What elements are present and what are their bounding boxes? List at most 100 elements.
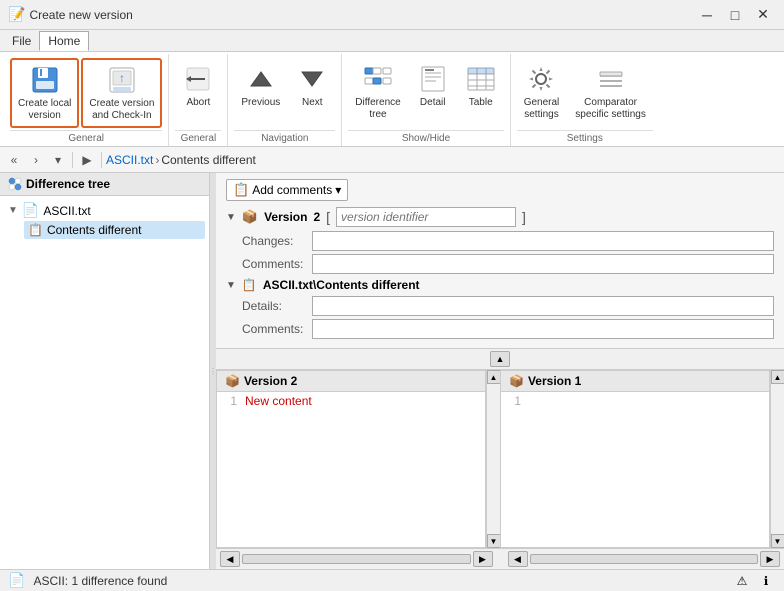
create-local-version-button[interactable]: Create localversion — [10, 58, 79, 128]
add-comments-button[interactable]: 📋 Add comments ▾ — [226, 179, 348, 201]
panel-header: Difference tree — [0, 173, 209, 196]
version-comments-label: Comments: — [242, 257, 312, 271]
app-icon: 📝 — [8, 6, 25, 23]
comparator-settings-label: Comparatorspecific settings — [575, 97, 646, 121]
changes-input[interactable] — [312, 231, 774, 251]
changes-row: Changes: — [242, 231, 774, 251]
version-icon: 📦 — [242, 209, 258, 225]
tree-header-icon — [8, 177, 22, 191]
checkin-icon: ↑ — [106, 64, 138, 96]
tree-expand-arrow: ▼ — [8, 205, 18, 216]
details-input[interactable] — [312, 296, 774, 316]
status-right: ⚠ ℹ — [732, 571, 776, 591]
breadcrumb-contents: Contents different — [161, 153, 256, 167]
create-version-checkin-button[interactable]: ↑ Create versionand Check-In — [81, 58, 162, 128]
minimize-button[interactable]: ─ — [694, 5, 720, 25]
nav-up-button[interactable]: ▶ — [77, 150, 97, 170]
ribbon-group-general2: Abort General — [169, 54, 228, 146]
ribbon-group-general1: Create localversion ↑ Create versionand … — [4, 54, 169, 146]
v1-scroll-up[interactable]: ▲ — [771, 370, 784, 384]
difftree-icon — [362, 63, 394, 95]
previous-button[interactable]: Previous — [234, 58, 287, 114]
v1-hscroll-right[interactable]: ▶ — [760, 551, 780, 567]
v2-header: 📦 Version 2 — [217, 371, 485, 392]
compare-scroll-bottom: ◀ ▶ ◀ ▶ — [216, 548, 784, 569]
tree-item-root[interactable]: ▼ 📄 ASCII.txt — [4, 200, 205, 221]
nav-separator2 — [101, 152, 102, 168]
v2-line-1: 1 New content — [221, 394, 481, 410]
next-button[interactable]: Next — [289, 58, 335, 114]
v2-hscroll-left[interactable]: ◀ — [220, 551, 240, 567]
diff-toggle[interactable]: ▼ — [226, 280, 236, 291]
comparator-settings-button[interactable]: Comparatorspecific settings — [568, 58, 653, 126]
version-toggle[interactable]: ▼ — [226, 212, 236, 223]
v2-scroll-up[interactable]: ▲ — [487, 370, 501, 384]
v1-scroll-down[interactable]: ▼ — [771, 534, 784, 548]
ribbon-group-showhide: Differencetree Detail — [342, 54, 510, 146]
v2-content[interactable]: 1 New content — [217, 392, 485, 547]
compareview-label: Settings — [517, 130, 653, 144]
chevron-down-icon: ▾ — [335, 183, 341, 197]
maximize-button[interactable]: □ — [722, 5, 748, 25]
nav-dropdown-button[interactable]: ▾ — [48, 150, 68, 170]
v2-hscroll-right[interactable]: ▶ — [473, 551, 493, 567]
details-label: Details: — [242, 299, 312, 313]
detail-label: Detail — [420, 97, 446, 109]
v2-linenum-1: 1 — [221, 394, 237, 410]
v2-label: Version 2 — [244, 374, 297, 388]
version-comments-input[interactable] — [312, 254, 774, 274]
scroll-up-button[interactable]: ▲ — [490, 351, 510, 367]
right-panel: 📋 Add comments ▾ ▼ 📦 Version 2 [ ] Chang… — [216, 173, 784, 569]
menu-file[interactable]: File — [4, 32, 39, 50]
tree-item-root-label: ASCII.txt — [43, 204, 90, 218]
v2-linecontent-1: New content — [245, 394, 481, 410]
abort-icon — [182, 63, 214, 95]
diff-section-header: ▼ 📋 ASCII.txt\Contents different — [226, 278, 774, 292]
breadcrumb-ascii[interactable]: ASCII.txt — [106, 153, 153, 167]
v1-line-1: 1 — [505, 394, 765, 410]
difftree-button[interactable]: Differencetree — [348, 58, 407, 126]
v1-content[interactable]: 1 — [501, 392, 769, 547]
v1-hscroll-left[interactable]: ◀ — [508, 551, 528, 567]
menu-home[interactable]: Home — [39, 31, 89, 51]
warning-button[interactable]: ⚠ — [732, 571, 752, 591]
diff-comments-label: Comments: — [242, 322, 312, 336]
status-bar: 📄 ASCII: 1 difference found ⚠ ℹ — [0, 569, 784, 591]
v2-vscroll: ▲ ▼ — [486, 370, 500, 548]
v2-scroll-down[interactable]: ▼ — [487, 534, 501, 548]
nav-back-button[interactable]: › — [26, 150, 46, 170]
title-bar: 📝 Create new version ─ □ ✕ — [0, 0, 784, 30]
general-settings-button[interactable]: Generalsettings — [517, 58, 567, 126]
nav-separator — [72, 152, 73, 168]
diff-path: ASCII.txt\Contents different — [263, 278, 420, 292]
showhide-label: Show/Hide — [348, 130, 503, 144]
main-layout: Difference tree ▼ 📄 ASCII.txt 📋 Contents… — [0, 173, 784, 569]
table-label: Table — [469, 97, 493, 109]
abort-button[interactable]: Abort — [175, 58, 221, 114]
diff-comments-input[interactable] — [312, 319, 774, 339]
version-number: 2 — [313, 210, 320, 224]
nav-back-back-button[interactable]: « — [4, 150, 24, 170]
detail-button[interactable]: Detail — [410, 58, 456, 114]
version-comments-row: Comments: — [242, 254, 774, 274]
navigation-label: Navigation — [234, 130, 335, 144]
save-icon — [29, 64, 61, 96]
v1-linenum-1: 1 — [505, 394, 521, 410]
tree-item-contents[interactable]: 📋 Contents different — [24, 221, 205, 239]
table-icon — [465, 63, 497, 95]
version-id-input[interactable] — [336, 207, 516, 227]
left-panel: Difference tree ▼ 📄 ASCII.txt 📋 Contents… — [0, 173, 210, 569]
add-comments-label: Add comments — [252, 183, 332, 197]
page-icon: 📋 — [28, 223, 43, 237]
v1-hscroll-bar[interactable] — [530, 554, 759, 564]
table-button[interactable]: Table — [458, 58, 504, 114]
general-label: General — [10, 130, 162, 144]
breadcrumb: ASCII.txt › Contents different — [106, 153, 256, 167]
tree-area: ▼ 📄 ASCII.txt 📋 Contents different — [0, 196, 209, 569]
general-settings-label: Generalsettings — [524, 97, 560, 121]
version-label: Version — [264, 210, 307, 224]
v1-linecontent-1 — [529, 394, 765, 410]
v2-hscroll-bar[interactable] — [242, 554, 471, 564]
close-button[interactable]: ✕ — [750, 5, 776, 25]
info-button[interactable]: ℹ — [756, 571, 776, 591]
